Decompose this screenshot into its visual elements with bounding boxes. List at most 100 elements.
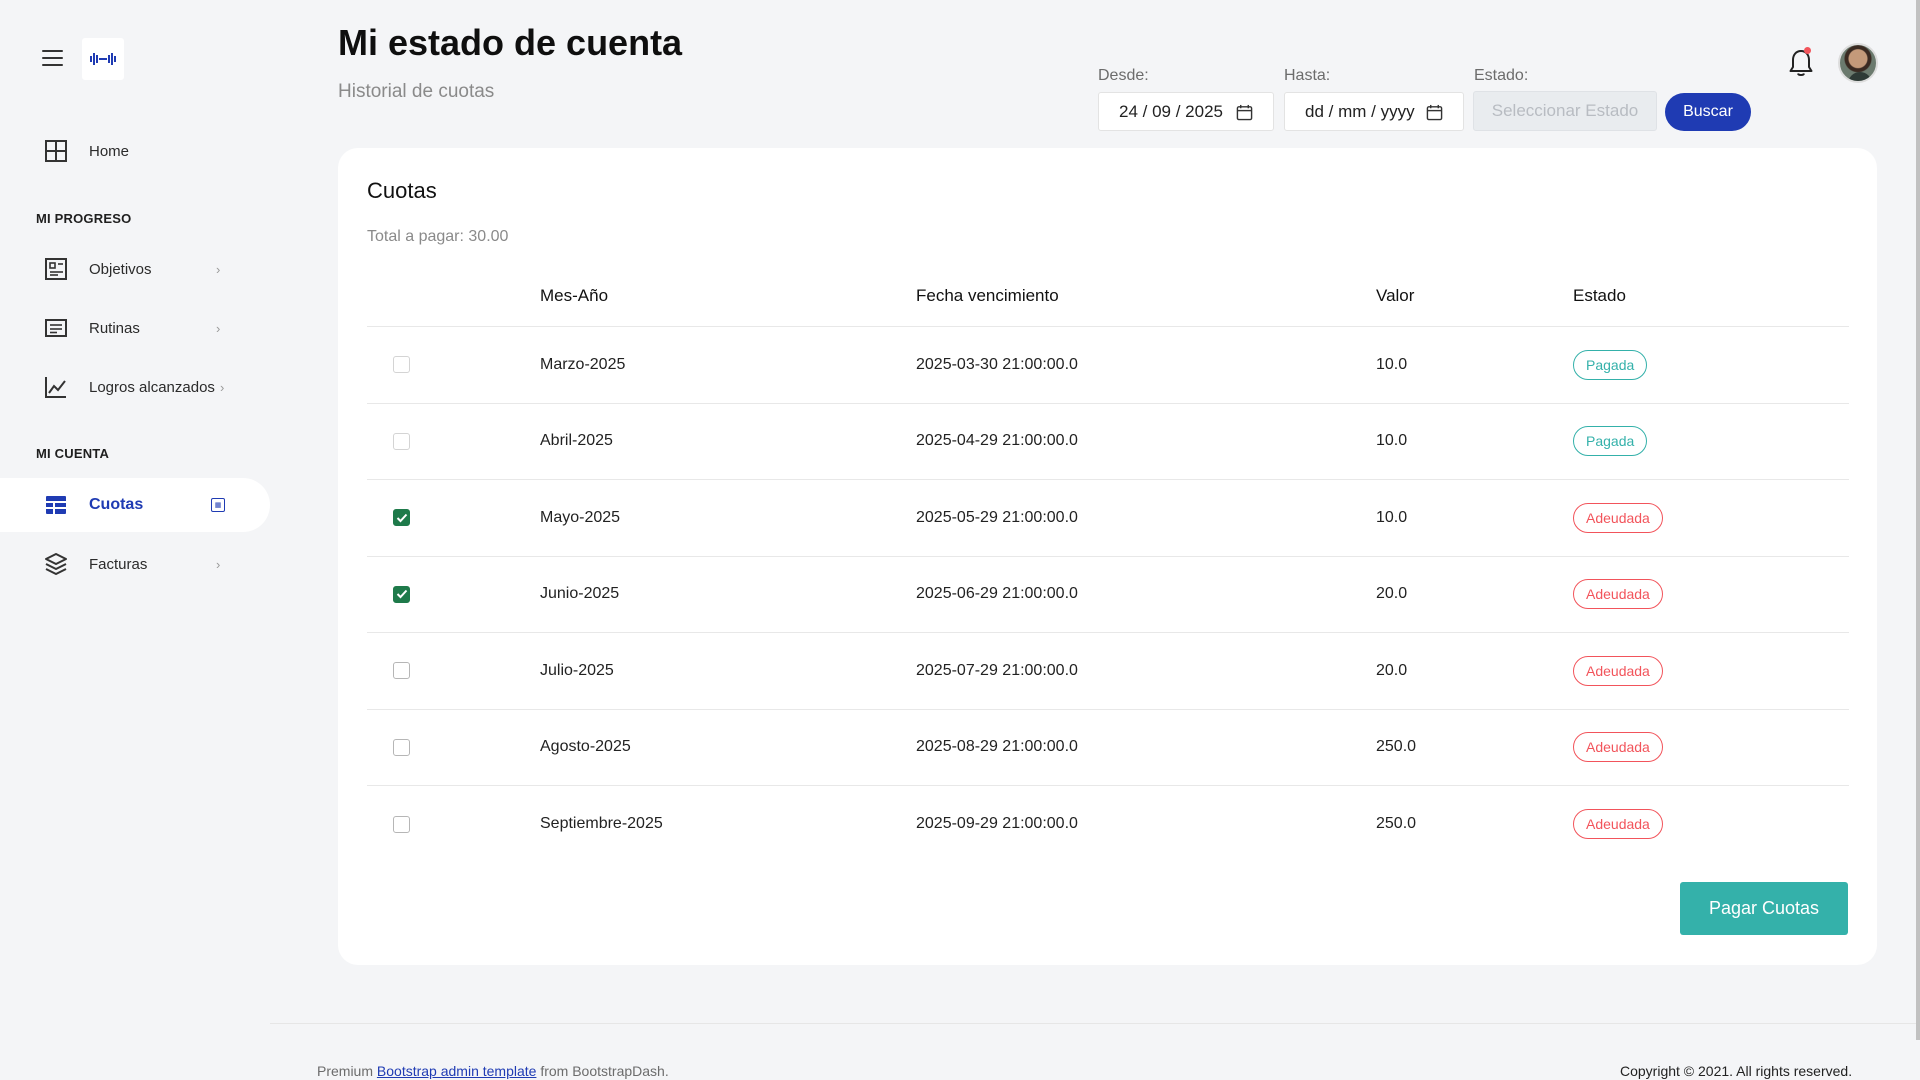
chart-line-icon (45, 377, 66, 398)
section-heading-account: MI CUENTA (36, 446, 110, 461)
hasta-label: Hasta: (1284, 67, 1331, 84)
scrollbar[interactable] (1916, 0, 1920, 1040)
footer-template-link[interactable]: Bootstrap admin template (377, 1063, 537, 1079)
status-badge: Adeudada (1573, 579, 1663, 610)
desde-date-value: 24 / 09 / 2025 (1119, 101, 1223, 121)
sidebar-item-label: Facturas (89, 555, 148, 573)
status-badge: Pagada (1573, 426, 1648, 457)
chevron-right-icon: › (216, 261, 221, 277)
hamburger-icon[interactable] (42, 50, 63, 66)
desde-label: Desde: (1098, 67, 1149, 84)
cell-mes: Julio-2025 (540, 661, 614, 679)
table-row: Marzo-2025 2025-03-30 21:00:00.0 10.0 Pa… (367, 327, 1849, 404)
layout-icon (45, 258, 67, 280)
hasta-date-value: dd / mm / yyyy (1305, 101, 1415, 121)
column-header-estado: Estado (1573, 286, 1626, 305)
status-badge: Adeudada (1573, 655, 1663, 686)
column-header-valor: Valor (1376, 286, 1415, 305)
sidebar-item-cuotas[interactable]: Cuotas ▦ (0, 478, 270, 532)
menu-badge-icon: ▦ (211, 498, 225, 512)
sidebar-item-objetivos[interactable]: Objetivos › (0, 242, 270, 296)
sidebar-item-rutinas[interactable]: Rutinas › (0, 301, 270, 355)
status-badge: Adeudada (1573, 732, 1663, 763)
cell-valor: 250.0 (1376, 815, 1417, 833)
chevron-right-icon: › (216, 556, 221, 572)
grid-icon (45, 140, 67, 162)
footer-copyright: Copyright © 2021. All rights reserved. (1620, 1063, 1853, 1079)
card-title: Cuotas (367, 178, 437, 203)
cell-mes: Mayo-2025 (540, 508, 621, 526)
column-header-fecha: Fecha vencimiento (916, 286, 1059, 305)
table-row: Abril-2025 2025-04-29 21:00:00.0 10.0 Pa… (367, 404, 1849, 480)
section-heading-progress: MI PROGRESO (36, 211, 132, 226)
row-checkbox[interactable] (393, 432, 410, 450)
cell-mes: Septiembre-2025 (540, 815, 663, 833)
row-checkbox[interactable] (393, 585, 410, 603)
table-row: Septiembre-2025 2025-09-29 21:00:00.0 25… (367, 786, 1849, 863)
sidebar-item-label: Home (89, 142, 130, 160)
cell-valor: 250.0 (1376, 738, 1417, 756)
desde-date-input[interactable]: 24 / 09 / 2025 (1098, 92, 1274, 131)
sidebar-item-label: Objetivos (89, 260, 152, 278)
cell-fecha: 2025-06-29 21:00:00.0 (916, 585, 1078, 603)
row-checkbox[interactable] (393, 738, 410, 756)
avatar[interactable] (1838, 43, 1878, 83)
row-checkbox[interactable] (393, 662, 410, 680)
cell-fecha: 2025-07-29 21:00:00.0 (916, 661, 1078, 679)
cell-fecha: 2025-09-29 21:00:00.0 (916, 815, 1078, 833)
table-row: Agosto-2025 2025-08-29 21:00:00.0 250.0 … (367, 710, 1849, 786)
status-badge: Adeudada (1573, 502, 1663, 533)
cell-mes: Junio-2025 (540, 585, 620, 603)
search-button[interactable]: Buscar (1665, 93, 1751, 131)
cell-fecha: 2025-05-29 21:00:00.0 (916, 508, 1078, 526)
sidebar-item-label: Rutinas (89, 319, 140, 337)
hasta-date-input[interactable]: dd / mm / yyyy (1284, 92, 1464, 131)
status-badge: Adeudada (1573, 809, 1663, 840)
cuotas-table: Mes-Año Fecha vencimiento Valor Estado M… (367, 260, 1849, 863)
footer-suffix: from BootstrapDash. (540, 1063, 669, 1079)
column-header-mes: Mes-Año (540, 286, 609, 305)
sidebar-item-label: Logros alcanzados (89, 378, 215, 396)
cell-fecha: 2025-03-30 21:00:00.0 (916, 355, 1078, 373)
estado-label: Estado: (1474, 67, 1529, 84)
sidebar-item-logros[interactable]: Logros alcanzados › (0, 360, 270, 414)
table-header: Mes-Año Fecha vencimiento Valor Estado (367, 260, 1849, 327)
sidebar-item-facturas[interactable]: Facturas › (0, 537, 270, 591)
cell-valor: 10.0 (1376, 508, 1408, 526)
cell-valor: 20.0 (1376, 585, 1408, 603)
footer-prefix: Premium (317, 1063, 374, 1079)
cell-valor: 20.0 (1376, 661, 1408, 679)
table-row: Mayo-2025 2025-05-29 21:00:00.0 10.0 Ade… (367, 480, 1849, 557)
pay-cuotas-button[interactable]: Pagar Cuotas (1680, 882, 1848, 935)
cell-mes: Marzo-2025 (540, 355, 626, 373)
footer-credit: Premium Bootstrap admin template from Bo… (317, 1063, 669, 1079)
table-row: Julio-2025 2025-07-29 21:00:00.0 20.0 Ad… (367, 633, 1849, 710)
estado-select[interactable]: Seleccionar Estado (1473, 91, 1657, 131)
calendar-icon[interactable] (1426, 104, 1443, 121)
page-subtitle: Historial de cuotas (338, 81, 495, 102)
cell-valor: 10.0 (1376, 355, 1408, 373)
table-icon (46, 496, 66, 514)
row-checkbox[interactable] (393, 509, 410, 527)
table-row: Junio-2025 2025-06-29 21:00:00.0 20.0 Ad… (367, 557, 1849, 633)
row-checkbox[interactable] (393, 356, 410, 374)
cell-mes: Abril-2025 (540, 432, 613, 450)
cell-valor: 10.0 (1376, 432, 1408, 450)
list-icon (45, 319, 67, 337)
page-title: Mi estado de cuenta (338, 22, 683, 63)
cell-fecha: 2025-08-29 21:00:00.0 (916, 738, 1078, 756)
sidebar: Home MI PROGRESO Objetivos › Rutinas › L… (0, 0, 270, 1080)
cell-mes: Agosto-2025 (540, 738, 631, 756)
sidebar-item-label: Cuotas (89, 496, 144, 513)
chevron-right-icon: › (220, 379, 225, 395)
status-badge: Pagada (1573, 349, 1648, 380)
sidebar-item-home[interactable]: Home (0, 124, 270, 178)
footer-divider (270, 1023, 1920, 1024)
notification-dot (1804, 47, 1811, 54)
logo[interactable] (82, 38, 124, 80)
layers-icon (45, 553, 67, 575)
chevron-right-icon: › (216, 320, 221, 336)
total-to-pay: Total a pagar: 30.00 (367, 228, 509, 245)
row-checkbox[interactable] (393, 815, 410, 833)
calendar-icon[interactable] (1236, 104, 1253, 121)
